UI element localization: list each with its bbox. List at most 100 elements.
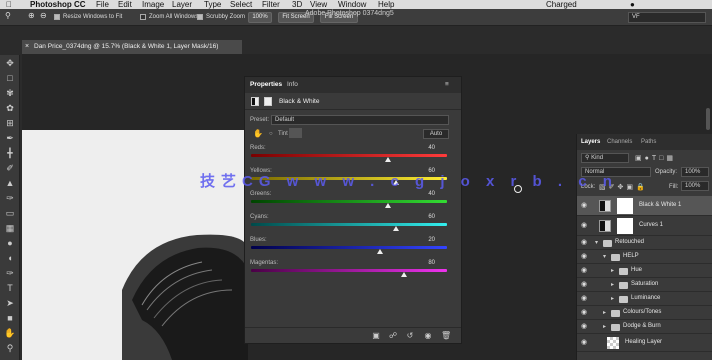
- layer-row[interactable]: ◉ Black & White 1: [577, 196, 712, 216]
- slider-value[interactable]: 60: [415, 214, 435, 220]
- eye-icon[interactable]: ◉: [581, 252, 587, 260]
- menu-filter[interactable]: Filter: [262, 0, 280, 9]
- menu-help[interactable]: Help: [378, 0, 394, 9]
- eye-icon[interactable]: ◉: [581, 201, 587, 209]
- brush-tool-icon[interactable]: ✐: [3, 162, 17, 174]
- menu-3d[interactable]: 3D: [292, 0, 302, 9]
- eyedropper-tool-icon[interactable]: ✒: [3, 132, 17, 144]
- layer-row[interactable]: ◉ ▸ Colours/Tones: [577, 306, 712, 320]
- rectangle-tool-icon[interactable]: ■: [3, 312, 17, 324]
- tab-channels[interactable]: Channels: [607, 139, 632, 145]
- scrollbar[interactable]: [706, 108, 710, 130]
- mask-thumb[interactable]: [617, 218, 633, 234]
- expand-arrow-icon[interactable]: ▾: [603, 253, 606, 260]
- panel-menu-icon[interactable]: ≡: [445, 81, 449, 88]
- tint-color-swatch[interactable]: [289, 128, 302, 138]
- tint-checkbox[interactable]: ○: [269, 131, 273, 137]
- layer-row[interactable]: ◉ ▸ Hue: [577, 264, 712, 278]
- slider-thumb[interactable]: [385, 203, 392, 208]
- menu-select[interactable]: Select: [230, 0, 252, 9]
- slider-track[interactable]: [251, 246, 447, 249]
- menu-edit[interactable]: Edit: [118, 0, 132, 9]
- eye-icon[interactable]: ◉: [581, 280, 587, 288]
- resize-windows-checkbox[interactable]: [54, 14, 60, 20]
- eye-icon[interactable]: ◉: [581, 238, 587, 246]
- menu-view[interactable]: View: [310, 0, 327, 9]
- layer-row[interactable]: ◉ Curves 1: [577, 216, 712, 236]
- filter-kind-select[interactable]: ⚲ Kind: [581, 153, 629, 163]
- slider-thumb[interactable]: [377, 249, 384, 254]
- document-tab[interactable]: × Dan Price_0374dng @ 15.7% (Black & Whi…: [22, 40, 242, 54]
- workspace-select[interactable]: VF: [628, 12, 706, 23]
- lasso-tool-icon[interactable]: ✾: [3, 87, 17, 99]
- clip-to-layer-icon[interactable]: ▣: [371, 331, 381, 340]
- zoom-all-checkbox[interactable]: [140, 14, 146, 20]
- fill-input[interactable]: 100%: [681, 181, 709, 191]
- filter-icons[interactable]: ▣●T□▦: [635, 154, 676, 162]
- slider-track[interactable]: [251, 154, 447, 157]
- mask-thumb[interactable]: [617, 198, 633, 214]
- delete-icon[interactable]: 🗑: [441, 331, 451, 340]
- quick-select-tool-icon[interactable]: ✿: [3, 102, 17, 114]
- slider-value[interactable]: 80: [415, 260, 435, 266]
- layer-row[interactable]: ◉ ▾ Retouched: [577, 236, 712, 250]
- clone-stamp-tool-icon[interactable]: ▲: [3, 177, 17, 189]
- slider-track[interactable]: [251, 223, 447, 226]
- zoom-tool-icon[interactable]: ⚲: [5, 11, 11, 20]
- document-photo[interactable]: [22, 130, 248, 360]
- menu-type[interactable]: Type: [204, 0, 221, 9]
- auto-button[interactable]: Auto: [423, 129, 449, 139]
- slider-value[interactable]: 40: [415, 191, 435, 197]
- eye-icon[interactable]: ◉: [581, 294, 587, 302]
- slider-track[interactable]: [251, 269, 447, 272]
- gradient-tool-icon[interactable]: ▦: [3, 222, 17, 234]
- eye-icon[interactable]: ◉: [581, 322, 587, 330]
- tab-paths[interactable]: Paths: [641, 139, 656, 145]
- menu-window[interactable]: Window: [338, 0, 366, 9]
- layer-row[interactable]: ◉ ▸ Saturation: [577, 278, 712, 292]
- zoom-100-button[interactable]: 100%: [248, 12, 272, 23]
- view-previous-icon[interactable]: ☍: [388, 331, 398, 340]
- expand-arrow-icon[interactable]: ▸: [603, 323, 606, 330]
- tab-properties[interactable]: Properties: [250, 81, 282, 88]
- expand-arrow-icon[interactable]: ▾: [595, 239, 598, 246]
- slider-value[interactable]: 40: [415, 145, 435, 151]
- zoom-in-icon[interactable]: ⊕: [28, 11, 35, 20]
- layer-row[interactable]: ◉ ▸ Luminance: [577, 292, 712, 306]
- type-tool-icon[interactable]: T: [3, 282, 17, 294]
- pen-tool-icon[interactable]: ✑: [3, 267, 17, 279]
- slider-value[interactable]: 20: [415, 237, 435, 243]
- slider-thumb[interactable]: [393, 226, 400, 231]
- move-tool-icon[interactable]: ✥: [3, 57, 17, 69]
- expand-arrow-icon[interactable]: ▸: [603, 309, 606, 316]
- preset-select[interactable]: Default: [271, 115, 449, 125]
- expand-arrow-icon[interactable]: ▸: [611, 267, 614, 274]
- scrubby-zoom-checkbox[interactable]: [197, 14, 203, 20]
- tab-info[interactable]: Info: [287, 81, 298, 88]
- zoom-out-icon[interactable]: ⊖: [40, 11, 47, 20]
- layer-row[interactable]: ◉ ▸ Dodge & Burn: [577, 320, 712, 334]
- eye-icon[interactable]: ◉: [581, 308, 587, 316]
- menu-layer[interactable]: Layer: [172, 0, 192, 9]
- zoom-tool-icon[interactable]: ⚲: [3, 342, 17, 354]
- tab-layers[interactable]: Layers: [581, 139, 600, 145]
- crop-tool-icon[interactable]: ⊞: [3, 117, 17, 129]
- slider-thumb[interactable]: [400, 272, 407, 277]
- opacity-input[interactable]: 100%: [681, 167, 709, 177]
- menu-file[interactable]: File: [96, 0, 109, 9]
- layer-row[interactable]: ◉ ▾ HELP: [577, 250, 712, 264]
- expand-arrow-icon[interactable]: ▸: [611, 295, 614, 302]
- dodge-tool-icon[interactable]: ◖: [3, 252, 17, 264]
- slider-thumb[interactable]: [385, 157, 392, 162]
- menu-image[interactable]: Image: [142, 0, 164, 9]
- hand-tool-icon[interactable]: ✋: [3, 327, 17, 339]
- blur-tool-icon[interactable]: ●: [3, 237, 17, 249]
- eye-icon[interactable]: ◉: [581, 338, 587, 346]
- marquee-tool-icon[interactable]: □: [3, 72, 17, 84]
- eye-icon[interactable]: ◉: [581, 266, 587, 274]
- expand-arrow-icon[interactable]: ▸: [611, 281, 614, 288]
- battery-status[interactable]: Charged: [546, 0, 577, 9]
- wifi-icon[interactable]: ●: [630, 0, 635, 9]
- close-icon[interactable]: ×: [25, 40, 29, 54]
- path-selection-tool-icon[interactable]: ➤: [3, 297, 17, 309]
